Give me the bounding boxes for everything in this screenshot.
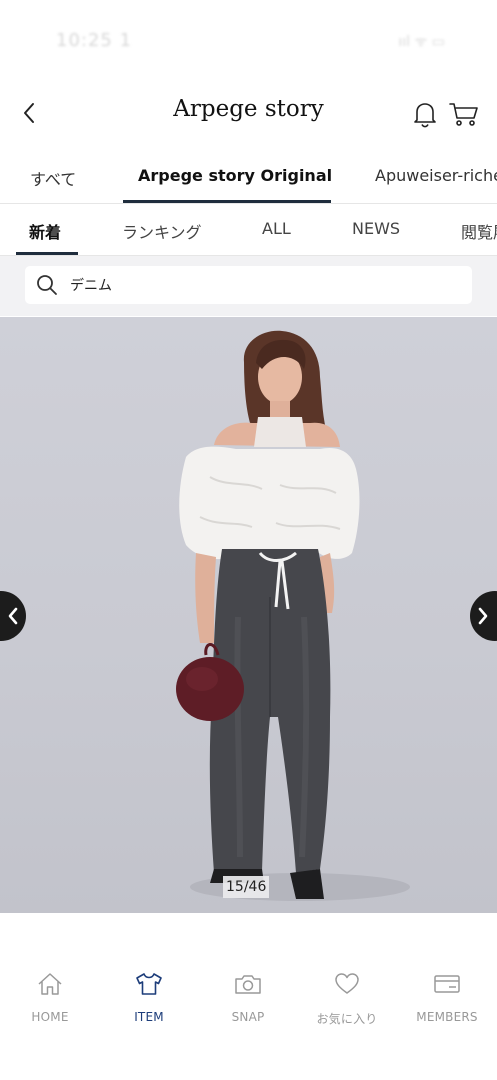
nav-members[interactable]: MEMBERS xyxy=(397,968,497,1032)
brand-tabs: すべて Arpege story Original Apuweiser-rich… xyxy=(0,152,497,204)
nav-snap-label: SNAP xyxy=(231,1010,265,1024)
chevron-right-icon xyxy=(478,607,488,625)
heart-icon xyxy=(335,973,359,994)
nav-favorites[interactable]: お気に入り xyxy=(297,968,397,1032)
product-image-carousel[interactable]: 15/46 xyxy=(0,317,497,913)
cart-button[interactable] xyxy=(447,98,481,130)
brand-tab-indicator xyxy=(123,200,331,203)
category-tab-indicator xyxy=(16,252,78,255)
brand-tab-all[interactable]: すべて xyxy=(30,166,76,190)
nav-item[interactable]: ITEM xyxy=(99,968,199,1032)
status-time: 10:25 1 xyxy=(56,30,133,51)
carousel-counter: 15/46 xyxy=(223,876,270,898)
bell-icon xyxy=(414,103,436,128)
nav-home-label: HOME xyxy=(31,1010,69,1024)
nav-item-label: ITEM xyxy=(134,1010,164,1024)
search-input[interactable]: デニム xyxy=(25,266,472,304)
tshirt-icon xyxy=(136,973,162,995)
app-header: Arpege story xyxy=(0,84,497,142)
back-button[interactable] xyxy=(14,98,44,128)
cart-icon xyxy=(449,103,478,126)
tab-new-arrivals[interactable]: 新着 xyxy=(29,219,61,243)
tab-browsing-history[interactable]: 閲覧履歴 xyxy=(461,219,497,243)
home-icon xyxy=(38,973,62,995)
nav-members-label: MEMBERS xyxy=(416,1010,478,1024)
brand-tab-arpege-story-original[interactable]: Arpege story Original xyxy=(138,166,332,185)
status-bar: 10:25 1 ııl ᯤ ▭ xyxy=(0,0,497,80)
nav-home[interactable]: HOME xyxy=(0,968,100,1032)
camera-icon xyxy=(235,975,261,994)
search-icon xyxy=(37,275,57,295)
member-card-icon xyxy=(434,975,460,993)
brand-tab-apuweiser-riche[interactable]: Apuweiser-riche xyxy=(375,166,497,185)
notification-button[interactable] xyxy=(409,98,441,130)
category-tabs: 新着 ランキング ALL NEWS 閲覧履歴 xyxy=(0,204,497,256)
search-query: デニム xyxy=(70,278,112,294)
chevron-left-icon xyxy=(8,607,18,625)
status-icons: ııl ᯤ ▭ xyxy=(398,34,445,50)
chevron-left-icon xyxy=(24,103,34,123)
nav-snap[interactable]: SNAP xyxy=(198,968,298,1032)
bottom-navigation: HOME ITEM SNAP お気に入り MEMBERS xyxy=(0,968,497,1038)
tab-ranking[interactable]: ランキング xyxy=(122,219,202,243)
tab-all[interactable]: ALL xyxy=(262,219,291,238)
tab-news[interactable]: NEWS xyxy=(352,219,400,238)
search-bar-container: デニム xyxy=(0,256,497,316)
model-photo xyxy=(176,330,410,901)
nav-favorites-label: お気に入り xyxy=(316,1012,378,1026)
